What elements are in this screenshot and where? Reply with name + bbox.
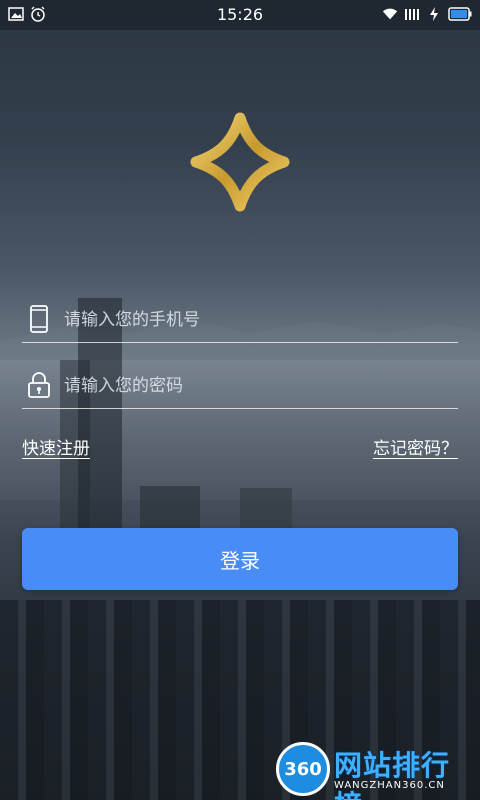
phone-input[interactable] <box>62 304 456 336</box>
background-building <box>140 486 200 530</box>
status-bar: 15:26 <box>0 0 480 30</box>
watermark-title: 网站排行榜 <box>334 749 451 800</box>
password-input[interactable] <box>62 370 456 402</box>
phone-field <box>22 298 458 343</box>
signal-icon <box>404 6 420 22</box>
password-field <box>22 364 458 409</box>
star-logo-icon <box>190 112 290 212</box>
lock-icon <box>26 370 52 400</box>
forgot-password-link[interactable]: 忘记密码？ <box>373 434 458 459</box>
background-building <box>240 488 292 528</box>
register-link[interactable]: 快速注册 <box>22 434 90 459</box>
phone-icon <box>26 304 52 334</box>
watermark-badge: 360 <box>276 742 330 796</box>
charging-icon <box>426 6 442 22</box>
app-logo <box>190 112 290 212</box>
watermark: 360 网站排行榜 WANGZHAN360.CN <box>272 738 472 800</box>
login-screen: 15:26 请输入您的手机号 快速注册 忘记密码？ 登录 360 网站排行 WA… <box>0 0 480 800</box>
watermark-subtitle: WANGZHAN360.CN <box>334 780 445 791</box>
battery-icon <box>448 6 472 22</box>
status-right-icons <box>382 6 472 22</box>
login-button[interactable]: 登录 <box>22 528 458 590</box>
wifi-icon <box>382 6 398 22</box>
